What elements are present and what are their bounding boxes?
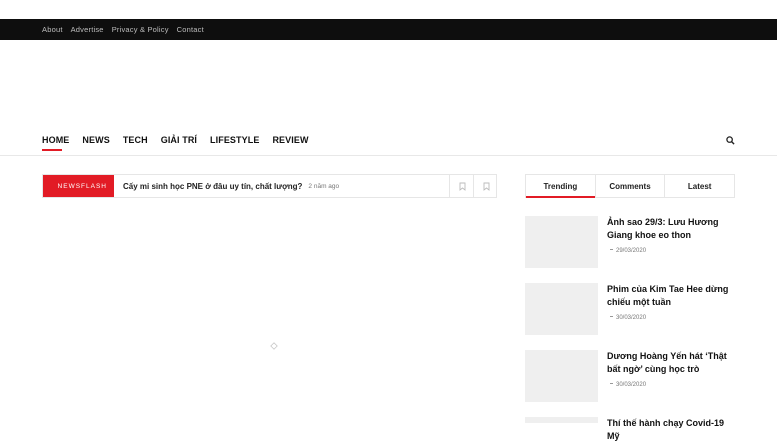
nav-divider bbox=[0, 155, 777, 156]
nav-item-news[interactable]: NEWS bbox=[82, 135, 109, 149]
nav-item-review[interactable]: REVIEW bbox=[272, 135, 308, 149]
post-title[interactable]: Ảnh sao 29/3: Lưu Hương Giang khoe eo th… bbox=[607, 216, 737, 242]
tab-trending[interactable]: Trending bbox=[526, 175, 595, 198]
nav-item-giai-tri[interactable]: GIẢI TRÍ bbox=[161, 135, 197, 149]
newsflash-next-button[interactable] bbox=[473, 175, 498, 197]
post-thumbnail[interactable] bbox=[525, 283, 598, 335]
post-title[interactable]: Phim của Kim Tae Hee dừng chiếu một tuần bbox=[607, 283, 737, 309]
newsflash-prev-button[interactable] bbox=[449, 175, 474, 197]
newsflash-bar: NEWSFLASH Cấy mi sinh học PNE ở đâu uy t… bbox=[42, 174, 497, 198]
loading-icon bbox=[270, 342, 278, 350]
top-link-contact[interactable]: Contact bbox=[177, 25, 204, 34]
newsflash-content: Cấy mi sinh học PNE ở đâu uy tín, chất l… bbox=[123, 175, 339, 197]
post-date-text: 30/03/2020 bbox=[616, 315, 647, 321]
tab-comments[interactable]: Comments bbox=[594, 175, 665, 197]
sidebar-tabs: Trending Comments Latest bbox=[525, 174, 735, 198]
search-icon[interactable] bbox=[726, 136, 735, 145]
post-date: 30/03/2020 bbox=[610, 382, 646, 388]
post-date-text: 30/03/2020 bbox=[616, 382, 647, 388]
nav-item-tech[interactable]: TECH bbox=[123, 135, 148, 149]
list-item: Thí thế hành chạy Covid-19 Mỹ bbox=[525, 417, 737, 441]
top-link-privacy[interactable]: Privacy & Policy bbox=[112, 25, 169, 34]
post-thumbnail[interactable] bbox=[525, 350, 598, 402]
date-mark-icon bbox=[610, 382, 613, 384]
post-thumbnail[interactable] bbox=[525, 216, 598, 268]
newsflash-title[interactable]: Cấy mi sinh học PNE ở đâu uy tín, chất l… bbox=[123, 182, 302, 191]
post-date: 30/03/2020 bbox=[610, 315, 646, 321]
tab-latest[interactable]: Latest bbox=[664, 175, 734, 197]
top-nav: About Advertise Privacy & Policy Contact bbox=[42, 19, 204, 40]
top-link-about[interactable]: About bbox=[42, 25, 63, 34]
top-link-advertise[interactable]: Advertise bbox=[71, 25, 104, 34]
post-date: 29/03/2020 bbox=[610, 248, 646, 254]
post-thumbnail[interactable] bbox=[525, 417, 598, 423]
post-title[interactable]: Dương Hoàng Yến hát ‘Thật bất ngờ’ cùng … bbox=[607, 350, 737, 376]
top-bar: About Advertise Privacy & Policy Contact bbox=[0, 19, 777, 40]
post-date-text: 29/03/2020 bbox=[616, 248, 647, 254]
list-item: Dương Hoàng Yến hát ‘Thật bất ngờ’ cùng … bbox=[525, 350, 737, 404]
newsflash-label: NEWSFLASH bbox=[43, 175, 114, 197]
nav-item-home[interactable]: HOME bbox=[42, 135, 69, 151]
post-title[interactable]: Thí thế hành chạy Covid-19 Mỹ bbox=[607, 417, 737, 443]
bookmark-icon bbox=[459, 182, 465, 191]
list-item: Phim của Kim Tae Hee dừng chiếu một tuần… bbox=[525, 283, 737, 337]
bookmark-icon bbox=[483, 182, 489, 191]
date-mark-icon bbox=[610, 248, 613, 250]
nav-item-lifestyle[interactable]: LIFESTYLE bbox=[210, 135, 259, 149]
newsflash-time: 2 năm ago bbox=[308, 182, 340, 190]
main-nav: HOME NEWS TECH GIẢI TRÍ LIFESTYLE REVIEW bbox=[42, 135, 309, 151]
list-item: Ảnh sao 29/3: Lưu Hương Giang khoe eo th… bbox=[525, 216, 737, 270]
date-mark-icon bbox=[610, 315, 613, 317]
